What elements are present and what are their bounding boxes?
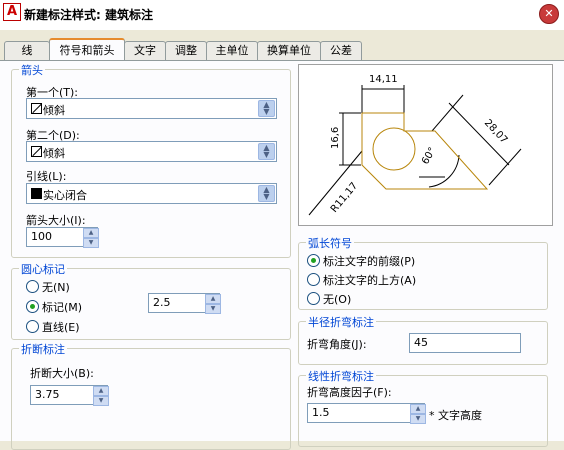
spin-down-icon[interactable]: ▼: [93, 396, 109, 406]
arc-before-radio[interactable]: [307, 254, 320, 267]
center-none-radio[interactable]: [26, 280, 39, 293]
linear-jog-group: 线性折弯标注 折弯高度因子(F): 1.5 ▲ ▼ * 文字高度: [298, 368, 548, 447]
center-mark-label: 标记(M): [42, 301, 83, 314]
tab-text[interactable]: 文字: [124, 41, 166, 60]
radius-jog-legend: 半径折弯标注: [306, 314, 376, 330]
leader-select[interactable]: 实心闭合 ▲ ▼: [26, 183, 277, 204]
center-marks-legend: 圆心标记: [19, 261, 67, 277]
arrowheads-group: 箭头 第一个(T): 倾斜 ▲ ▼ 第二个(D): 倾斜 ▲ ▼ 引线(L): 实心…: [11, 62, 291, 258]
arc-length-legend: 弧长符号: [306, 235, 354, 251]
title-bar: A 新建标注样式: 建筑标注 ✕: [0, 0, 564, 30]
text-height-suffix: * 文字高度: [429, 409, 482, 422]
updown-arrow-icon: ▲ ▼: [258, 100, 275, 117]
updown-arrow-icon: ▲ ▼: [258, 185, 275, 202]
spin-up-icon[interactable]: ▲: [410, 404, 426, 414]
jog-angle-input[interactable]: 45: [409, 333, 521, 353]
first-arrow-select[interactable]: 倾斜 ▲ ▼: [26, 98, 277, 119]
center-line-label: 直线(E): [42, 321, 80, 334]
arrow-size-label: 箭头大小(I):: [26, 214, 86, 227]
window-title: 新建标注样式: 建筑标注: [24, 8, 153, 22]
arrow-size-value: 100: [31, 230, 52, 243]
jog-angle-value: 45: [414, 336, 428, 349]
autocad-app-icon: A: [3, 3, 21, 21]
oblique-icon: [31, 103, 42, 114]
break-size-value: 3.75: [35, 388, 60, 401]
break-size-spinner[interactable]: 3.75 ▲ ▼: [30, 385, 109, 406]
center-none-label: 无(N): [42, 281, 70, 294]
tab-fit[interactable]: 调整: [165, 41, 207, 60]
arc-length-group: 弧长符号 标注文字的前缀(P) 标注文字的上方(A) 无(O): [298, 235, 548, 310]
spin-down-icon[interactable]: ▼: [410, 414, 426, 424]
jog-height-label: 折弯高度因子(F):: [307, 386, 392, 399]
center-marks-group: 圆心标记 无(N) 标记(M) 直线(E) 2.5 ▲ ▼: [11, 261, 291, 340]
close-button[interactable]: ✕: [539, 4, 559, 24]
spin-down-icon[interactable]: ▼: [83, 238, 99, 248]
preview-top-dim: 14,11: [369, 74, 398, 85]
arrowheads-legend: 箭头: [19, 62, 45, 78]
jog-height-spinner[interactable]: 1.5 ▲ ▼: [307, 403, 426, 424]
closed-filled-icon: [31, 188, 42, 199]
center-mark-radio[interactable]: [26, 300, 39, 313]
leader-label: 引线(L):: [26, 170, 67, 183]
jog-height-value: 1.5: [312, 406, 330, 419]
linear-jog-legend: 线性折弯标注: [306, 368, 376, 384]
symbols-arrows-panel: 箭头 第一个(T): 倾斜 ▲ ▼ 第二个(D): 倾斜 ▲ ▼ 引线(L): 实心…: [0, 60, 564, 450]
tab-primary-units[interactable]: 主单位: [206, 41, 258, 60]
center-mark-size-value: 2.5: [153, 296, 171, 309]
spin-up-icon[interactable]: ▲: [83, 228, 99, 238]
center-mark-size-spinner[interactable]: 2.5 ▲ ▼: [148, 293, 221, 314]
dimension-break-group: 折断标注 折断大小(B): 3.75 ▲ ▼: [11, 341, 291, 450]
spin-down-icon[interactable]: ▼: [205, 304, 221, 314]
break-size-label: 折断大小(B):: [30, 367, 94, 380]
oblique-icon: [31, 146, 42, 157]
tab-lines[interactable]: 线: [4, 41, 50, 60]
tab-symbols-arrows[interactable]: 符号和箭头: [49, 38, 125, 62]
arc-above-radio[interactable]: [307, 273, 320, 286]
tab-tolerances[interactable]: 公差: [320, 41, 362, 60]
dimension-preview: 14,11 16,6 28,07 R11,17 60°: [298, 64, 553, 226]
second-arrow-value: 倾斜: [43, 147, 65, 160]
arc-none-radio[interactable]: [307, 292, 320, 305]
jog-angle-label: 折弯角度(J):: [307, 338, 367, 351]
preview-left-dim: 16,6: [330, 127, 341, 149]
preview-angle-dim: 60°: [420, 146, 438, 167]
arc-before-label: 标注文字的前缀(P): [323, 255, 416, 268]
arrow-size-spinner[interactable]: 100 ▲ ▼: [26, 227, 99, 248]
arc-none-label: 无(O): [323, 293, 352, 306]
center-line-radio[interactable]: [26, 320, 39, 333]
updown-arrow-icon: ▲ ▼: [258, 143, 275, 160]
radius-jog-group: 半径折弯标注 折弯角度(J): 45: [298, 314, 548, 365]
spin-up-icon[interactable]: ▲: [205, 294, 221, 304]
leader-value: 实心闭合: [43, 189, 87, 202]
tab-bar: 线 符号和箭头 文字 调整 主单位 换算单位 公差: [0, 38, 564, 62]
first-arrow-value: 倾斜: [43, 104, 65, 117]
dimension-break-legend: 折断标注: [19, 341, 67, 357]
spin-up-icon[interactable]: ▲: [93, 386, 109, 396]
second-arrow-select[interactable]: 倾斜 ▲ ▼: [26, 141, 277, 162]
preview-drawing: 14,11 16,6 28,07 R11,17 60°: [308, 74, 522, 216]
arc-above-label: 标注文字的上方(A): [323, 274, 417, 287]
tab-alternate-units[interactable]: 换算单位: [257, 41, 321, 60]
